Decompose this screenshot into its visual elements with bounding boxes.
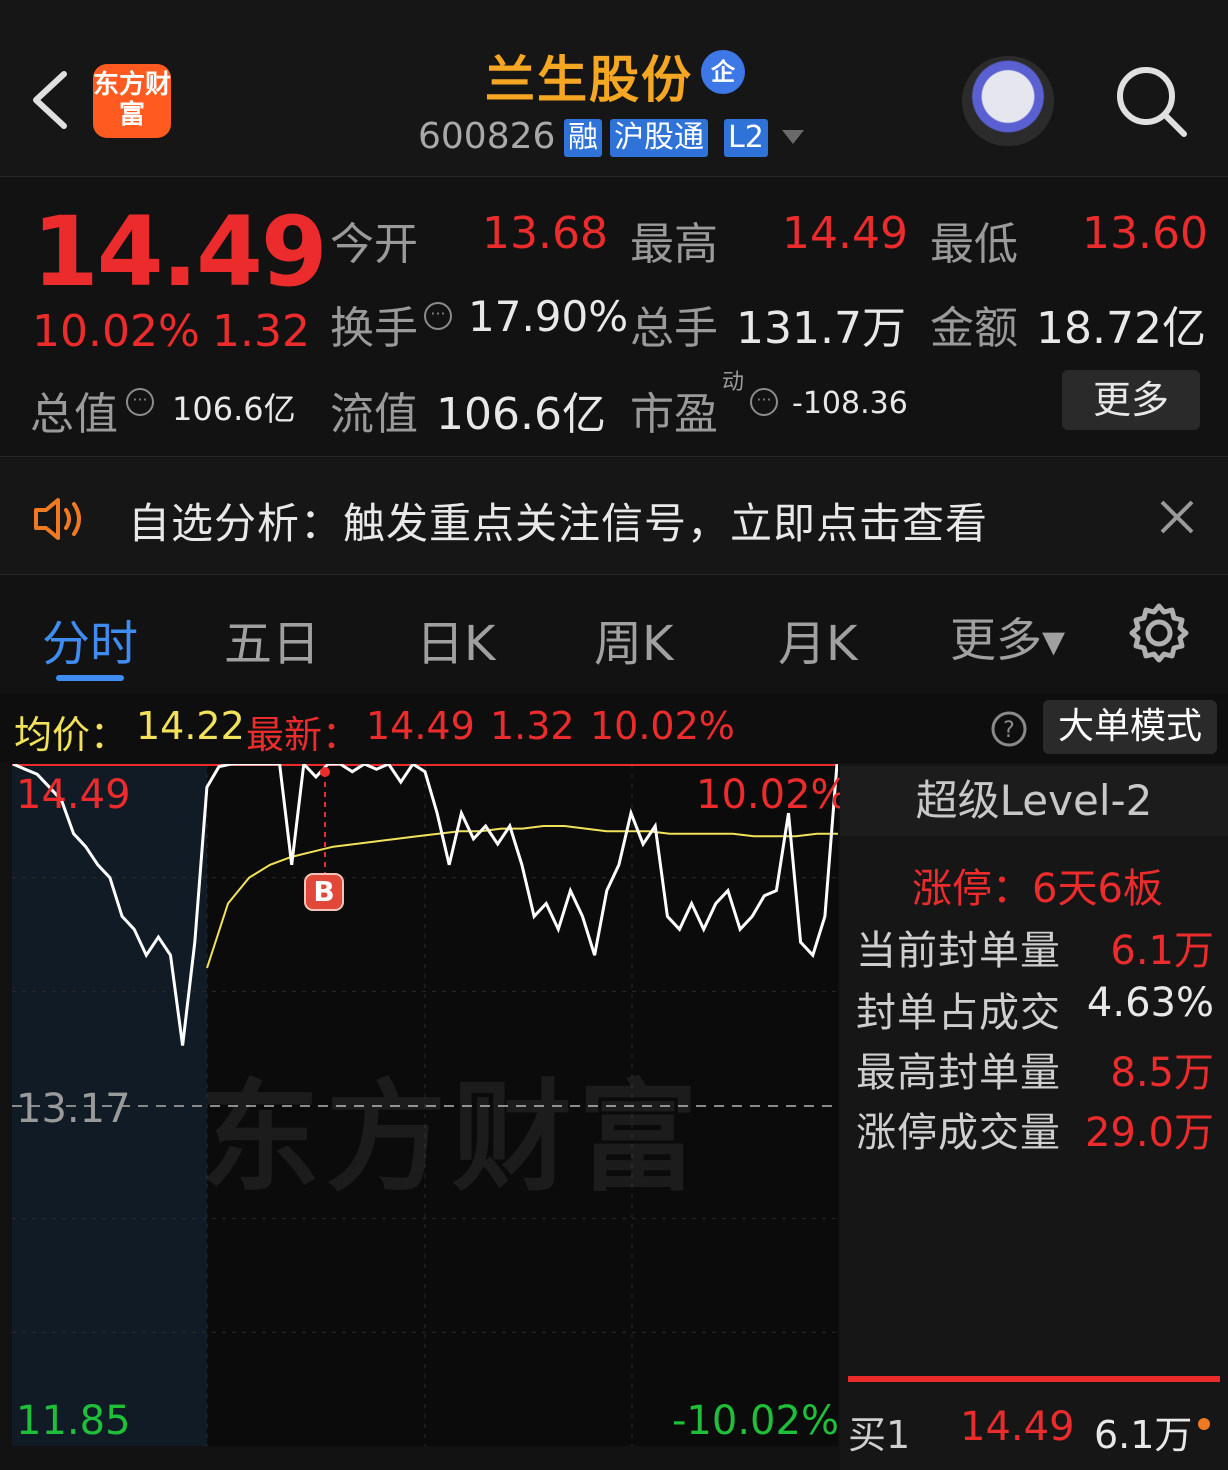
high-value: 14.49 [782,208,908,259]
total-mv-value: 106.6亿 [172,390,296,428]
tab-more[interactable]: 更多▾ [950,604,1065,670]
dropdown-caret-icon[interactable] [780,128,806,146]
app-logo[interactable]: 东方财富 [93,64,171,138]
limit-volume-value: 29.0万 [1084,1110,1214,1156]
turnover-info-icon[interactable]: ··· [424,302,452,330]
order-book-divider [848,1376,1220,1382]
search-icon[interactable] [1114,64,1190,140]
latest-label: 最新： [246,713,361,757]
change-amount: 1.32 [212,306,310,357]
turnover-value: 17.90% [468,292,629,341]
avg-label: 均价： [14,713,129,757]
volume-label: 总手 [630,303,718,354]
open-value: 13.68 [482,208,608,259]
robot-avatar[interactable] [962,56,1054,146]
seal-volume-value: 6.1万 [1110,928,1214,974]
open-label: 今开 [330,219,418,270]
buy1-label: 买1 [848,1413,911,1457]
y-label-bottom: 11.85 [16,1398,131,1444]
more-button[interactable]: 更多 [1062,370,1200,430]
turnover-label: 换手 [330,303,418,354]
max-seal-label: 最高封单量 [856,1050,1061,1096]
volume-value: 131.7万 [736,303,906,354]
amount-label: 金额 [930,303,1018,354]
change-percent: 10.02% [32,306,200,357]
buy1-indicator-dot [1198,1418,1210,1430]
latest-percent: 10.02% [590,704,735,748]
seal-ratio-label: 封单占成交 [856,990,1061,1036]
tab-intraday[interactable]: 分时 [42,604,138,674]
pe-dynamic-sup: 动 [722,370,745,395]
average-price-line [206,825,838,969]
svg-text:?: ? [1003,718,1015,743]
current-price: 14.49 [32,196,328,308]
pe-label: 市盈 [630,389,718,440]
limit-volume-label: 涨停成交量 [856,1110,1061,1156]
latest-value: 14.49 [366,704,475,748]
pe-value: -108.36 [792,386,908,421]
seal-volume-label: 当前封单量 [856,928,1061,974]
y-label-top: 14.49 [16,772,131,818]
tab-weekly-k[interactable]: 周K [594,604,673,674]
back-arrow-icon[interactable] [28,68,72,132]
pct-label-top: 10.02% [696,772,849,818]
total-mv-info-icon[interactable]: ··· [126,388,154,416]
float-mv-label: 流值 [330,389,418,440]
high-label: 最高 [630,219,718,270]
seal-ratio-value: 4.63% [1086,980,1214,1026]
help-icon[interactable]: ? [990,710,1028,748]
y-label-mid: 13.17 [16,1086,131,1132]
pct-label-bottom: -10.02% [672,1398,839,1444]
close-icon[interactable] [1158,498,1196,536]
l2-tag: L2 [724,119,768,157]
tab-daily-k[interactable]: 日K [416,604,495,674]
margin-tag: 融 [564,119,602,157]
amount-value: 18.72亿 [1036,303,1206,354]
max-seal-value: 8.5万 [1110,1050,1214,1096]
settings-gear-icon[interactable] [1128,602,1190,664]
low-value: 13.60 [1082,208,1208,259]
float-mv-value: 106.6亿 [436,389,606,440]
stock-code: 600826 [418,116,556,157]
total-mv-label: 总值 [30,389,118,440]
pe-info-icon[interactable]: ··· [750,388,778,416]
buy1-volume: 6.1万 [1094,1413,1193,1457]
alert-text[interactable]: 自选分析：触发重点关注信号，立即点击查看 [128,490,988,551]
limit-up-streak: 涨停：6天6板 [912,866,1163,912]
avg-value: 14.22 [136,704,245,748]
tab-monthly-k[interactable]: 月K [778,604,857,674]
latest-change: 1.32 [490,704,575,748]
enterprise-badge: 企 [701,50,745,94]
big-order-mode-button[interactable]: 大单模式 [1043,700,1217,754]
alert-divider [0,574,1228,575]
stock-name: 兰生股份 [485,51,693,109]
tab-active-indicator [56,675,124,681]
buy-marker-dot [320,767,330,777]
header-divider [0,176,1228,177]
speaker-icon [34,498,81,540]
hk-connect-tag: 沪股通 [610,119,708,157]
watermark: 东方财富 [200,1069,704,1208]
level2-title[interactable]: 超级Level-2 [840,766,1228,836]
low-label: 最低 [930,219,1018,270]
tab-five-day[interactable]: 五日 [224,604,320,674]
buy1-price: 14.49 [960,1404,1075,1450]
buy-marker-text: B [313,875,334,908]
quote-divider [0,456,1228,457]
